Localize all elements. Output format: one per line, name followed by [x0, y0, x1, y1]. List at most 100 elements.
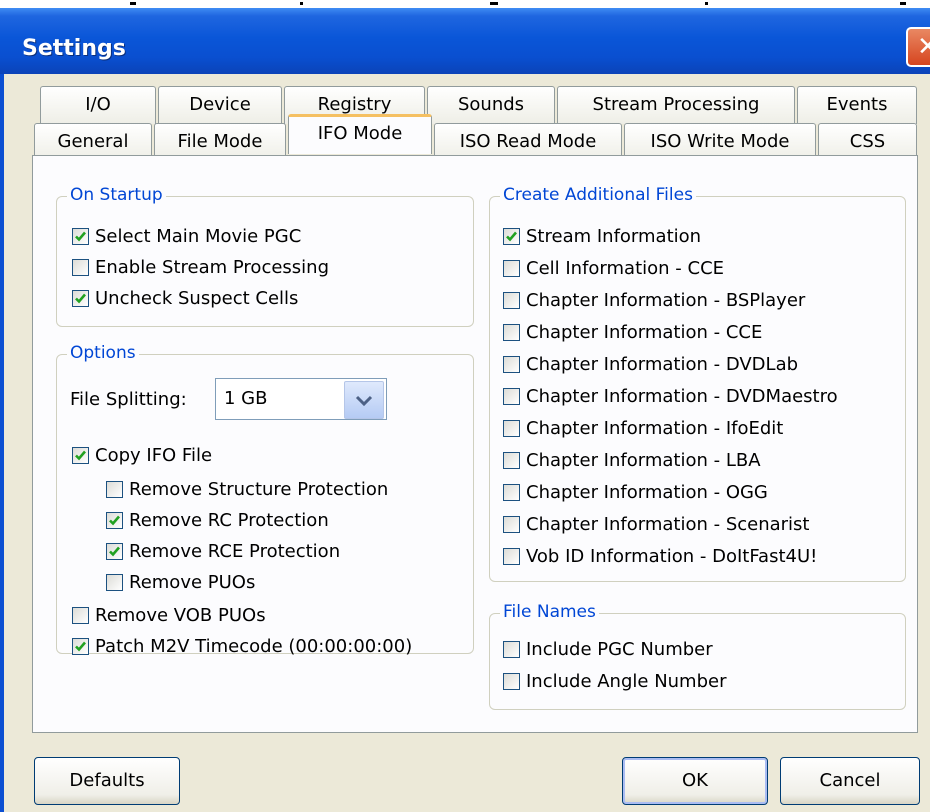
defaults-button[interactable]: Defaults	[34, 757, 180, 805]
checkbox-box[interactable]	[106, 480, 123, 498]
checkbox-chapter-information-ifoedit[interactable]: Chapter Information - IfoEdit	[503, 415, 783, 441]
file-splitting-value: 1 GB	[224, 388, 268, 409]
checkbox-box[interactable]	[503, 291, 520, 309]
file-names-group: File Names Include PGC Number Include An…	[489, 602, 906, 710]
checkbox-patch-m2v-timecode[interactable]: Patch M2V Timecode (00:00:00:00)	[72, 633, 412, 659]
checkbox-chapter-information-bsplayer[interactable]: Chapter Information - BSPlayer	[503, 287, 805, 313]
checkbox-box[interactable]	[503, 355, 520, 373]
checkbox-label: Uncheck Suspect Cells	[95, 287, 299, 309]
tab-events[interactable]: Events	[797, 86, 917, 124]
checkbox-label: Remove PUOs	[129, 571, 256, 593]
checkbox-box[interactable]	[72, 446, 89, 464]
checkbox-box[interactable]	[503, 451, 520, 469]
checkbox-label: Remove RCE Protection	[129, 540, 341, 562]
checkbox-chapter-information-scenarist[interactable]: Chapter Information - Scenarist	[503, 511, 810, 537]
group-title: On Startup	[67, 185, 166, 205]
checkbox-box[interactable]	[72, 227, 89, 245]
checkbox-box[interactable]	[72, 637, 89, 655]
checkmark-icon	[75, 293, 86, 303]
checkbox-remove-vob-puos[interactable]: Remove VOB PUOs	[72, 602, 266, 628]
checkbox-box[interactable]	[503, 227, 520, 245]
checkbox-box[interactable]	[503, 259, 520, 277]
checkbox-box[interactable]	[503, 419, 520, 437]
checkbox-include-angle-number[interactable]: Include Angle Number	[503, 668, 727, 694]
checkbox-box[interactable]	[106, 573, 123, 591]
cancel-button[interactable]: Cancel	[780, 757, 920, 805]
group-title: Create Additional Files	[500, 185, 696, 205]
checkbox-box[interactable]	[503, 483, 520, 501]
checkbox-box[interactable]	[106, 511, 123, 529]
checkbox-box[interactable]	[503, 387, 520, 405]
close-button[interactable]: ✕	[906, 27, 930, 67]
checkbox-remove-rce-protection[interactable]: Remove RCE Protection	[106, 538, 340, 564]
checkbox-chapter-information-lba[interactable]: Chapter Information - LBA	[503, 447, 761, 473]
checkbox-cell-information-cce[interactable]: Cell Information - CCE	[503, 255, 724, 281]
tab-panel-ifo-mode: On Startup Select Main Movie PGC Enable …	[32, 155, 918, 733]
checkbox-box[interactable]	[106, 542, 123, 560]
checkbox-uncheck-suspect-cells[interactable]: Uncheck Suspect Cells	[72, 285, 298, 311]
checkbox-box[interactable]	[72, 606, 89, 624]
checkbox-box[interactable]	[72, 258, 89, 276]
checkbox-label: Patch M2V Timecode (00:00:00:00)	[95, 635, 413, 657]
checkmark-icon	[75, 231, 86, 241]
group-title: File Names	[500, 602, 599, 622]
checkbox-vob-id-information[interactable]: Vob ID Information - DoItFast4U!	[503, 543, 817, 569]
checkmark-icon	[75, 450, 86, 460]
checkbox-label: Chapter Information - CCE	[526, 321, 763, 343]
checkbox-label: Remove Structure Protection	[129, 478, 389, 500]
window-border	[0, 74, 4, 812]
create-additional-files-group: Create Additional Files Stream Informati…	[489, 185, 906, 582]
checkbox-remove-puos[interactable]: Remove PUOs	[106, 569, 255, 595]
settings-window: Settings ✕ I/O Device Registry Sounds St…	[0, 0, 930, 812]
checkbox-remove-rc-protection[interactable]: Remove RC Protection	[106, 507, 329, 533]
checkbox-box[interactable]	[503, 515, 520, 533]
tab-sounds[interactable]: Sounds	[427, 86, 555, 124]
checkbox-label: Include PGC Number	[526, 638, 713, 660]
checkbox-box[interactable]	[72, 289, 89, 307]
checkbox-label: Stream Information	[526, 225, 702, 247]
tab-stream-processing[interactable]: Stream Processing	[557, 86, 795, 124]
checkbox-include-pgc-number[interactable]: Include PGC Number	[503, 636, 713, 662]
checkbox-box[interactable]	[503, 323, 520, 341]
checkbox-label: Chapter Information - IfoEdit	[526, 417, 784, 439]
checkbox-label: Remove RC Protection	[129, 509, 329, 531]
checkbox-label: Enable Stream Processing	[95, 256, 329, 278]
checkbox-box[interactable]	[503, 672, 520, 690]
checkbox-chapter-information-cce[interactable]: Chapter Information - CCE	[503, 319, 762, 345]
checkmark-icon	[109, 515, 120, 525]
chevron-down-icon[interactable]	[344, 381, 384, 419]
checkbox-label: Select Main Movie PGC	[95, 225, 302, 247]
options-group: Options File Splitting: 1 GB Copy IFO Fi…	[56, 343, 474, 657]
checkmark-icon	[75, 641, 86, 651]
checkbox-enable-stream-processing[interactable]: Enable Stream Processing	[72, 254, 329, 280]
checkbox-label: Include Angle Number	[526, 670, 727, 692]
checkbox-stream-information[interactable]: Stream Information	[503, 223, 701, 249]
tab-device[interactable]: Device	[158, 86, 282, 124]
file-splitting-select[interactable]: 1 GB	[215, 378, 387, 420]
checkbox-chapter-information-dvdlab[interactable]: Chapter Information - DVDLab	[503, 351, 798, 377]
tab-ifo-mode[interactable]: IFO Mode	[288, 114, 432, 154]
checkbox-box[interactable]	[503, 547, 520, 565]
top-strip	[0, 0, 930, 8]
checkbox-box[interactable]	[503, 640, 520, 658]
window-title: Settings	[22, 36, 126, 61]
checkbox-label: Copy IFO File	[95, 444, 213, 466]
group-title: Options	[67, 343, 139, 363]
checkbox-label: Chapter Information - DVDMaestro	[526, 385, 838, 407]
checkbox-chapter-information-dvdmaestro[interactable]: Chapter Information - DVDMaestro	[503, 383, 838, 409]
checkbox-remove-structure-protection[interactable]: Remove Structure Protection	[106, 476, 388, 502]
title-bar[interactable]: Settings ✕	[0, 8, 930, 74]
checkbox-select-main-movie-pgc[interactable]: Select Main Movie PGC	[72, 223, 301, 249]
checkbox-label: Chapter Information - BSPlayer	[526, 289, 806, 311]
checkbox-label: Chapter Information - Scenarist	[526, 513, 810, 535]
checkbox-label: Chapter Information - LBA	[526, 449, 761, 471]
tab-io[interactable]: I/O	[40, 86, 156, 124]
checkbox-label: Remove VOB PUOs	[95, 604, 266, 626]
checkbox-chapter-information-ogg[interactable]: Chapter Information - OGG	[503, 479, 768, 505]
on-startup-group: On Startup Select Main Movie PGC Enable …	[56, 185, 474, 327]
checkbox-copy-ifo-file[interactable]: Copy IFO File	[72, 442, 212, 468]
checkbox-label: Vob ID Information - DoItFast4U!	[526, 545, 818, 567]
checkbox-label: Chapter Information - OGG	[526, 481, 768, 503]
ok-button[interactable]: OK	[622, 757, 768, 805]
close-icon: ✕	[917, 32, 930, 62]
